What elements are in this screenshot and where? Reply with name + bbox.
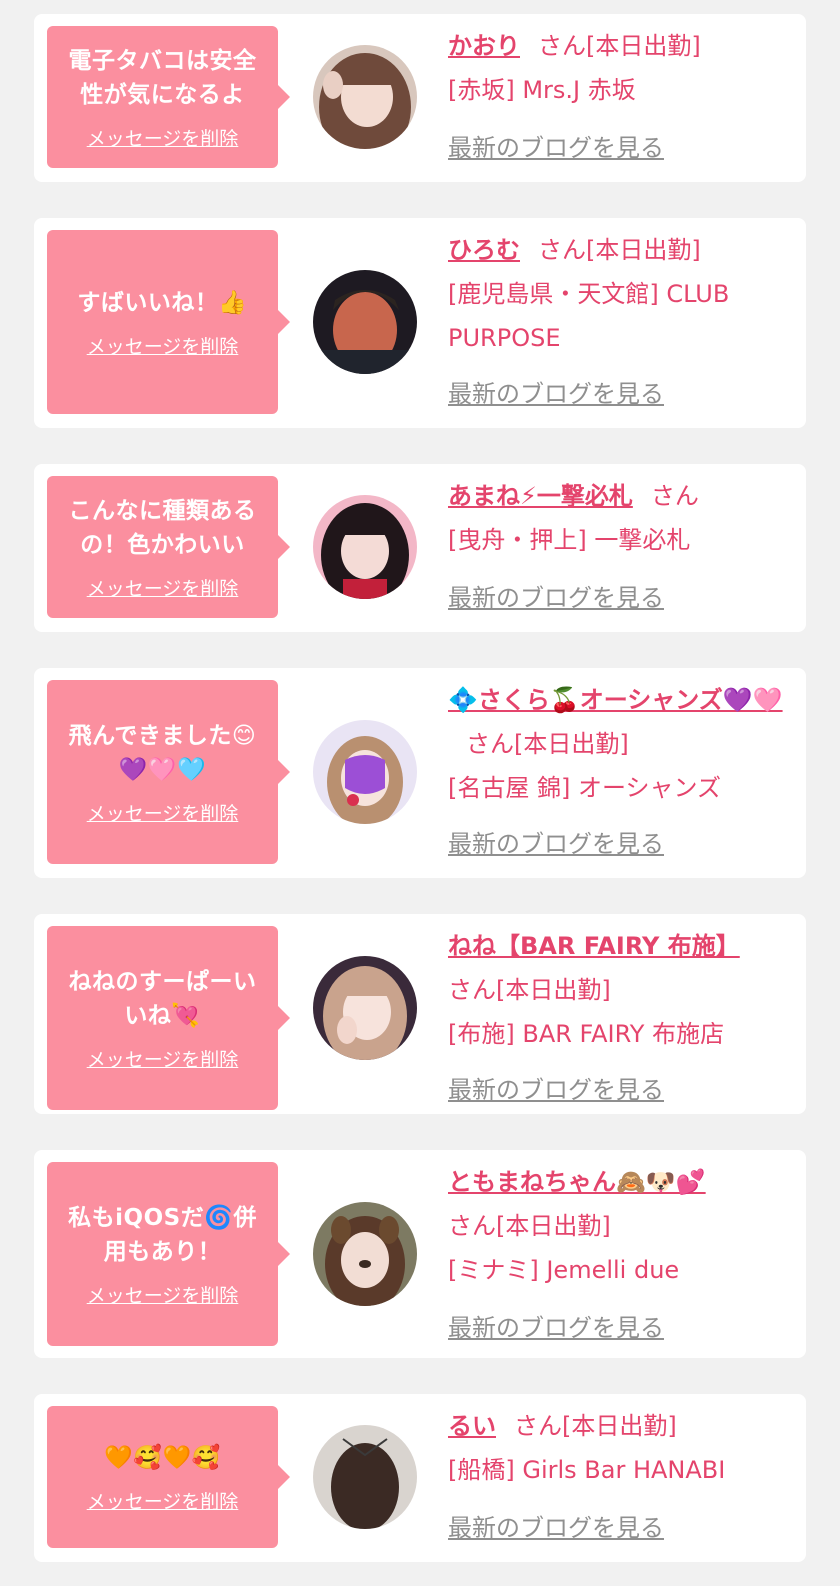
- san-label: さん: [466, 730, 514, 758]
- attendance-label: [本日出勤]: [586, 32, 701, 60]
- message-bubble: 飛んできました😊💜🩷🩵 メッセージを削除: [47, 680, 290, 864]
- shop-name: [赤坂] Mrs.J 赤坂: [448, 76, 636, 104]
- avatar[interactable]: [313, 720, 417, 824]
- cast-info: ねね【BAR FAIRY 布施】 さん[本日出勤] [布施] BAR FAIRY…: [448, 924, 788, 1056]
- latest-blog-link[interactable]: 最新のブログを見る: [448, 128, 664, 163]
- shop-name: [曳舟・押上] 一撃必札: [448, 526, 691, 554]
- message-bubble: ねねのすーぱーいいね💘 メッセージを削除: [47, 926, 290, 1110]
- avatar[interactable]: [313, 270, 417, 374]
- attendance-label: [本日出勤]: [562, 1412, 677, 1440]
- attendance-label: [本日出勤]: [496, 1212, 611, 1240]
- message-bubble: 電子タバコは安全性が気になるよ メッセージを削除: [47, 26, 290, 168]
- delete-message-link[interactable]: メッセージを削除: [87, 332, 239, 359]
- message-text: 電子タバコは安全性が気になるよ: [68, 47, 257, 108]
- favorite-message-list: 電子タバコは安全性が気になるよ メッセージを削除 かおり さん[本日出勤] [赤坂…: [0, 0, 840, 1586]
- message-text: こんなに種類あるの！色かわいい: [68, 497, 257, 558]
- delete-message-link[interactable]: メッセージを削除: [87, 124, 239, 151]
- latest-blog-link[interactable]: 最新のブログを見る: [448, 824, 664, 859]
- delete-message-link[interactable]: メッセージを削除: [87, 799, 239, 826]
- avatar[interactable]: [313, 1202, 417, 1306]
- latest-blog-link[interactable]: 最新のブログを見る: [448, 374, 664, 409]
- cast-info: るい さん[本日出勤] [船橋] Girls Bar HANABI: [448, 1404, 788, 1492]
- san-label: さん: [448, 1212, 496, 1240]
- message-card: 飛んできました😊💜🩷🩵 メッセージを削除 💠さくら🍒オーシャンズ💜🩷 さん[本日出…: [34, 668, 806, 878]
- latest-blog-link[interactable]: 最新のブログを見る: [448, 578, 664, 613]
- cast-info: ひろむ さん[本日出勤] [鹿児島県・天文館] CLUB PURPOSE: [448, 228, 788, 360]
- san-label: さん: [538, 32, 586, 60]
- message-text: 私もiQOSだ🌀併用もあり！: [68, 1204, 257, 1265]
- message-text: すばいいね！👍: [77, 289, 248, 316]
- san-label: さん: [448, 976, 496, 1004]
- delete-message-link[interactable]: メッセージを削除: [87, 1487, 239, 1514]
- message-card: 電子タバコは安全性が気になるよ メッセージを削除 かおり さん[本日出勤] [赤坂…: [34, 14, 806, 182]
- cast-name-link[interactable]: ともまねちゃん🙈🐶💕: [448, 1168, 706, 1196]
- cast-name-link[interactable]: ねね【BAR FAIRY 布施】: [448, 932, 740, 960]
- message-card: 🧡🥰🧡🥰 メッセージを削除 るい さん[本日出勤] [船橋] Girls Bar …: [34, 1394, 806, 1562]
- message-text: ねねのすーぱーいいね💘: [68, 968, 257, 1029]
- avatar[interactable]: [313, 956, 417, 1060]
- message-card: すばいいね！👍 メッセージを削除 ひろむ さん[本日出勤] [鹿児島県・天文館] …: [34, 218, 806, 428]
- cast-name-link[interactable]: 💠さくら🍒オーシャンズ💜🩷: [448, 686, 783, 714]
- shop-name: [鹿児島県・天文館] CLUB PURPOSE: [448, 280, 730, 352]
- message-bubble: こんなに種類あるの！色かわいい メッセージを削除: [47, 476, 290, 618]
- avatar[interactable]: [313, 1425, 417, 1529]
- message-text: 飛んできました😊💜🩷🩵: [68, 722, 257, 783]
- message-bubble: すばいいね！👍 メッセージを削除: [47, 230, 290, 414]
- message-card: こんなに種類あるの！色かわいい メッセージを削除 あまね⚡一撃必札 さん [曳舟・…: [34, 464, 806, 632]
- cast-name-link[interactable]: かおり: [448, 32, 520, 60]
- delete-message-link[interactable]: メッセージを削除: [87, 1281, 239, 1308]
- latest-blog-link[interactable]: 最新のブログを見る: [448, 1070, 664, 1105]
- latest-blog-link[interactable]: 最新のブログを見る: [448, 1308, 664, 1343]
- avatar[interactable]: [313, 45, 417, 149]
- latest-blog-link[interactable]: 最新のブログを見る: [448, 1508, 664, 1543]
- cast-name-link[interactable]: ひろむ: [448, 236, 520, 264]
- san-label: さん: [650, 482, 699, 510]
- avatar[interactable]: [313, 495, 417, 599]
- delete-message-link[interactable]: メッセージを削除: [87, 1045, 239, 1072]
- cast-info: 💠さくら🍒オーシャンズ💜🩷 さん[本日出勤] [名古屋 錦] オーシャンズ: [448, 678, 788, 810]
- cast-info: かおり さん[本日出勤] [赤坂] Mrs.J 赤坂: [448, 24, 788, 112]
- shop-name: [布施] BAR FAIRY 布施店: [448, 1020, 725, 1048]
- shop-name: [船橋] Girls Bar HANABI: [448, 1456, 726, 1484]
- cast-name-link[interactable]: るい: [448, 1412, 496, 1440]
- shop-name: [ミナミ] Jemelli due: [448, 1256, 680, 1284]
- san-label: さん: [514, 1412, 562, 1440]
- cast-info: あまね⚡一撃必札 さん [曳舟・押上] 一撃必札: [448, 474, 788, 562]
- attendance-label: [本日出勤]: [496, 976, 611, 1004]
- cast-name-link[interactable]: あまね⚡一撃必札: [448, 482, 633, 510]
- message-bubble: 私もiQOSだ🌀併用もあり！ メッセージを削除: [47, 1162, 290, 1346]
- message-card: ねねのすーぱーいいね💘 メッセージを削除 ねね【BAR FAIRY 布施】 さん…: [34, 914, 806, 1114]
- attendance-label: [本日出勤]: [514, 730, 629, 758]
- delete-message-link[interactable]: メッセージを削除: [87, 574, 239, 601]
- cast-info: ともまねちゃん🙈🐶💕 さん[本日出勤] [ミナミ] Jemelli due: [448, 1160, 788, 1292]
- attendance-label: [本日出勤]: [586, 236, 701, 264]
- message-bubble: 🧡🥰🧡🥰 メッセージを削除: [47, 1406, 290, 1548]
- message-card: 私もiQOSだ🌀併用もあり！ メッセージを削除 ともまねちゃん🙈🐶💕 さん[本日…: [34, 1150, 806, 1358]
- message-text: 🧡🥰🧡🥰: [104, 1444, 221, 1471]
- san-label: さん: [538, 236, 586, 264]
- shop-name: [名古屋 錦] オーシャンズ: [448, 774, 722, 802]
